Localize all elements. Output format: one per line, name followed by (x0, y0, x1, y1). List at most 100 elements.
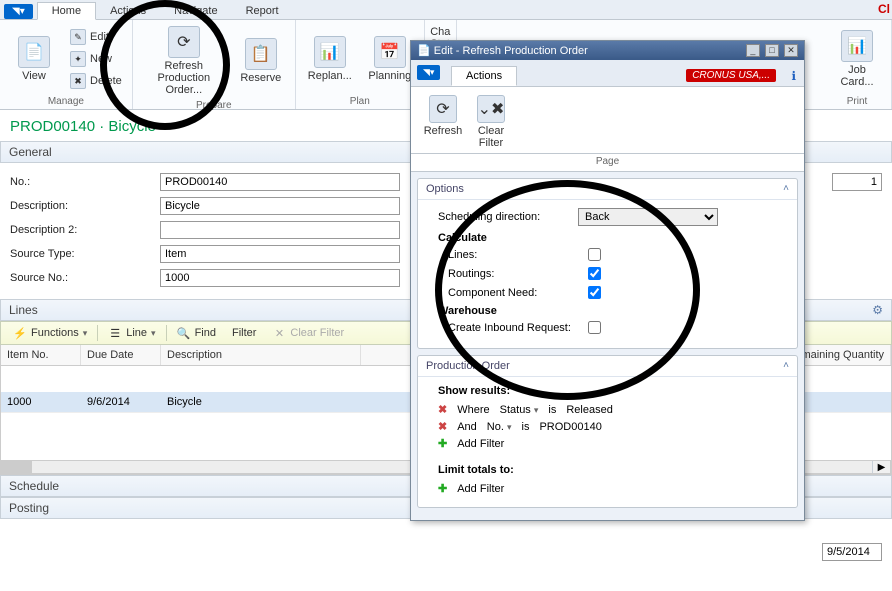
find-icon: 🔍 (177, 326, 191, 340)
edit-icon: ✎ (70, 29, 86, 45)
show-results-label: Show results: (438, 385, 777, 397)
scroll-right-arrow[interactable]: ▶ (872, 461, 890, 473)
dialog-app-icon[interactable]: ◥▾ (417, 65, 440, 80)
filter-button[interactable]: Filter (226, 325, 262, 341)
help-icon[interactable]: ℹ (791, 69, 796, 83)
limit-totals-label: Limit totals to: (438, 464, 777, 476)
filter-value-prod[interactable]: PROD00140 (539, 421, 601, 433)
functions-menu[interactable]: ⚡Functions ▾ (7, 324, 93, 342)
filter-field-no[interactable]: No. ▾ (487, 421, 512, 433)
inbound-checkbox[interactable] (588, 321, 601, 334)
filter-row-and: ✖ And No. ▾ is PROD00140 (438, 420, 777, 433)
edit-button[interactable]: ✎Edit (66, 27, 126, 47)
warehouse-subhead: Warehouse (438, 305, 777, 317)
desc2-field[interactable] (160, 221, 400, 239)
scheddir-select[interactable]: Back (578, 208, 718, 226)
schedule-date-field[interactable] (822, 543, 882, 561)
planning-icon: 📅 (374, 36, 406, 68)
clear-filter-button[interactable]: ✕Clear Filter (266, 324, 350, 342)
line-menu[interactable]: ☰Line ▾ (102, 324, 161, 342)
col-due-date[interactable]: Due Date (81, 345, 161, 365)
group-print: 📊Job Card... Print (823, 20, 892, 109)
new-button[interactable]: ✦New (66, 49, 126, 69)
refresh-icon: ⟳ (429, 95, 457, 123)
dialog-ribbon: ⟳Refresh ⌄✖Clear Filter (411, 87, 804, 154)
compneed-checkbox[interactable] (588, 286, 601, 299)
view-icon: 📄 (18, 36, 50, 68)
desc-field[interactable] (160, 197, 400, 215)
prod-order-section: Production Order˄ Show results: ✖ Where … (417, 355, 798, 508)
chevron-up-icon: ˄ (783, 183, 789, 195)
replan-icon: 📊 (314, 36, 346, 68)
group-manage: 📄View ✎Edit ✦New ✖Delete Manage (0, 20, 133, 109)
tab-actions[interactable]: Actions (96, 3, 160, 19)
routings-checkbox[interactable] (588, 267, 601, 280)
dialog-refresh-button[interactable]: ⟳Refresh (419, 93, 467, 151)
lines-checkbox[interactable] (588, 248, 601, 261)
plus-icon: ✚ (438, 482, 447, 495)
col-description[interactable]: Description (161, 345, 361, 365)
maximize-button[interactable]: □ (765, 44, 779, 57)
reserve-icon: 📋 (245, 38, 277, 70)
chevron-up-icon: ˄ (783, 360, 789, 372)
tab-home[interactable]: Home (37, 2, 96, 20)
filter-field-status[interactable]: Status ▾ (500, 404, 539, 416)
dialog-page-group-label: Page (411, 154, 804, 172)
view-button[interactable]: 📄View (6, 34, 62, 84)
funnel-x-icon: ⌄✖ (477, 95, 505, 123)
dialog-tab-actions[interactable]: Actions (451, 66, 517, 86)
ribbon-tabs: ◥▾ Home Actions Navigate Report (0, 0, 892, 20)
options-section: Options˄ Scheduling direction: Back Calc… (417, 178, 798, 349)
right-qty-field[interactable] (832, 173, 882, 191)
group-plan-label: Plan (302, 94, 418, 107)
no-field[interactable] (160, 173, 400, 191)
group-manage-label: Manage (6, 94, 126, 107)
no-label: No.: (10, 176, 160, 188)
replan-button[interactable]: 📊Replan... (302, 34, 358, 84)
plus-icon: ✚ (438, 437, 447, 450)
prod-order-header[interactable]: Production Order˄ (418, 356, 797, 377)
lines-label: Lines: (448, 249, 588, 261)
close-icon[interactable]: Cl (878, 2, 890, 16)
reserve-button[interactable]: 📋Reserve (233, 36, 289, 86)
app-menu-button[interactable]: ◥▾ (4, 4, 33, 19)
find-button[interactable]: 🔍Find (171, 324, 222, 342)
tab-report[interactable]: Report (232, 3, 293, 19)
line-icon: ☰ (108, 326, 122, 340)
desc-label: Description: (10, 200, 160, 212)
delete-button[interactable]: ✖Delete (66, 71, 126, 91)
stype-label: Source Type: (10, 248, 160, 260)
routings-label: Routings: (448, 268, 588, 280)
bolt-icon: ⚡ (13, 326, 27, 340)
refresh-prod-order-button[interactable]: ⟳Refresh Production Order... (139, 24, 229, 98)
desc2-label: Description 2: (10, 224, 160, 236)
compneed-label: Component Need: (448, 287, 588, 299)
filter-value-released[interactable]: Released (566, 404, 612, 416)
group-plan: 📊Replan... 📅Planning Plan (296, 20, 425, 109)
add-filter-row[interactable]: ✚ Add Filter (438, 437, 777, 450)
sno-label: Source No.: (10, 272, 160, 284)
dialog-titlebar[interactable]: 📄 Edit - Refresh Production Order _ □ ✕ (411, 41, 804, 60)
scroll-thumb[interactable] (2, 461, 32, 473)
calculate-subhead: Calculate (438, 232, 777, 244)
jobcard-icon: 📊 (841, 30, 873, 62)
job-card-button[interactable]: 📊Job Card... (829, 28, 885, 90)
source-type-field[interactable] (160, 245, 400, 263)
minimize-button[interactable]: _ (746, 44, 760, 57)
remove-filter-icon[interactable]: ✖ (438, 420, 447, 433)
dialog-clearfilter-button[interactable]: ⌄✖Clear Filter (467, 93, 515, 151)
group-print-label: Print (829, 94, 885, 107)
source-no-field[interactable] (160, 269, 400, 287)
add-filter-limit-row[interactable]: ✚ Add Filter (438, 482, 777, 495)
refresh-prod-order-dialog: 📄 Edit - Refresh Production Order _ □ ✕ … (410, 40, 805, 521)
inbound-label: Create Inbound Request: (448, 322, 588, 334)
tab-navigate[interactable]: Navigate (160, 3, 231, 19)
group-prepare-label: Prepare (139, 98, 289, 111)
remove-filter-icon[interactable]: ✖ (438, 403, 447, 416)
close-button[interactable]: ✕ (784, 44, 798, 57)
group-prepare: ⟳Refresh Production Order... 📋Reserve Pr… (133, 20, 296, 109)
col-item-no[interactable]: Item No. (1, 345, 81, 365)
company-badge: CRONUS USA,... (686, 69, 776, 82)
gear-icon[interactable]: ⚙ (872, 303, 883, 317)
options-header[interactable]: Options˄ (418, 179, 797, 200)
